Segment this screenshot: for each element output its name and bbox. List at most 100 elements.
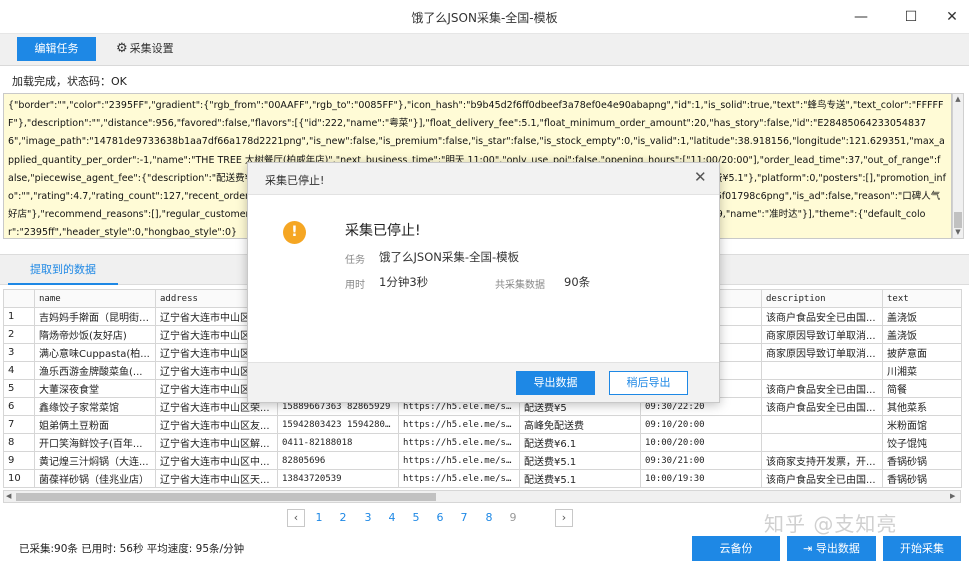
table-cell[interactable]: 0411-82188018 (277, 433, 399, 452)
table-cell[interactable]: 13843720539 (277, 469, 399, 488)
table-cell[interactable]: 8 (3, 433, 35, 452)
table-cell[interactable]: 满心意味Cuppasta(柏... (34, 343, 156, 362)
table-row[interactable]: 8 开口笑海鲜饺子(百年... 辽宁省大连市中山区解... 0411-82188018… (3, 433, 962, 452)
table-cell[interactable]: 09:30/21:00 (640, 451, 762, 470)
close-button[interactable]: ✕ (939, 7, 965, 27)
table-cell[interactable]: 开口笑海鲜饺子(百年... (34, 433, 156, 452)
page-prev-button[interactable]: ‹ (287, 509, 305, 527)
scroll-left-icon[interactable]: ◀ (6, 491, 11, 502)
table-cell[interactable]: 9 (3, 451, 35, 470)
table-cell[interactable] (761, 415, 883, 434)
start-collect-button[interactable]: 开始采集 (883, 536, 961, 561)
page-number[interactable]: 9 (506, 511, 520, 524)
table-cell[interactable]: 盖浇饭 (882, 325, 962, 344)
table-cell[interactable]: 10:00/19:30 (640, 469, 762, 488)
maximize-button[interactable]: ☐ (898, 7, 924, 27)
scroll-down-icon[interactable]: ▼ (953, 228, 963, 236)
table-cell[interactable]: 10 (3, 469, 35, 488)
table-row[interactable]: 9 黄记煌三汁焖锅（大连... 辽宁省大连市中山区中... 82805696 https… (3, 451, 962, 470)
table-cell[interactable]: https://h5.ele.me/sh... (398, 451, 520, 470)
table-cell[interactable]: 渔乐西游金牌酸菜鱼(... (34, 361, 156, 380)
dialog-close-icon[interactable]: ✕ (694, 168, 707, 186)
table-cell[interactable]: 其他菜系 (882, 397, 962, 416)
tab-collect-settings[interactable]: ⚙ 采集设置 (116, 37, 174, 61)
column-header[interactable]: name (34, 289, 156, 308)
table-cell[interactable]: 7 (3, 415, 35, 434)
table-cell[interactable]: 09:10/20:00 (640, 415, 762, 434)
dialog-export-later-button[interactable]: 稍后导出 (609, 371, 688, 395)
table-cell[interactable]: 盖浇饭 (882, 307, 962, 326)
dialog-export-button[interactable]: 导出数据 (516, 371, 595, 395)
table-row[interactable]: 7 姐弟俩土豆粉面 辽宁省大连市中山区友... 15942803423 1594280… (3, 415, 962, 434)
table-cell[interactable]: 香锅砂锅 (882, 469, 962, 488)
page-number[interactable]: 4 (385, 511, 399, 524)
table-cell[interactable]: 披萨意面 (882, 343, 962, 362)
scroll-right-icon[interactable]: ▶ (950, 491, 955, 502)
table-cell[interactable]: 6 (3, 397, 35, 416)
table-cell[interactable]: 10:00/20:00 (640, 433, 762, 452)
table-cell[interactable]: 辽宁省大连市中山区友... (155, 415, 278, 434)
minimize-button[interactable]: — (848, 7, 874, 27)
table-cell[interactable]: 辽宁省大连市中山区解... (155, 433, 278, 452)
table-cell[interactable]: 隋炀帝炒饭(友好店) (34, 325, 156, 344)
table-cell[interactable]: 商家原因导致订单取消... (761, 343, 883, 362)
table-cell[interactable]: 1 (3, 307, 35, 326)
table-cell[interactable]: 川湘菜 (882, 361, 962, 380)
json-scroll-thumb[interactable] (954, 212, 962, 228)
column-header[interactable]: description (761, 289, 883, 308)
page-next-button[interactable]: › (555, 509, 573, 527)
tab-extracted-data[interactable]: 提取到的数据 (8, 255, 118, 285)
table-cell[interactable]: 该商家支持开发票，开... (761, 451, 883, 470)
page-number[interactable]: 7 (457, 511, 471, 524)
table-cell[interactable]: 黄记煌三汁焖锅（大连... (34, 451, 156, 470)
table-horizontal-scrollbar[interactable]: ◀ ▶ (3, 490, 961, 503)
table-cell[interactable]: 鑫缘饺子家常菜馆 (34, 397, 156, 416)
scroll-up-icon[interactable]: ▲ (953, 95, 963, 103)
table-cell[interactable]: 82805696 (277, 451, 399, 470)
table-cell[interactable] (761, 433, 883, 452)
table-cell[interactable]: 米粉面馆 (882, 415, 962, 434)
table-cell[interactable]: 配送费¥6.1 (519, 433, 641, 452)
table-cell[interactable]: 配送费¥5.1 (519, 469, 641, 488)
table-cell[interactable]: https://h5.ele.me/sh... (398, 415, 520, 434)
tab-edit-task[interactable]: 编辑任务 (17, 37, 96, 61)
table-cell[interactable]: 高峰免配送费 (519, 415, 641, 434)
page-number[interactable]: 3 (361, 511, 375, 524)
json-vertical-scrollbar[interactable]: ▲ ▼ (952, 93, 964, 239)
table-cell[interactable]: 2 (3, 325, 35, 344)
table-cell[interactable]: 该商户食品安全已由国... (761, 307, 883, 326)
page-number[interactable]: 2 (336, 511, 350, 524)
page-number[interactable]: 1 (312, 511, 326, 524)
table-cell[interactable]: 辽宁省大连市中山区中... (155, 451, 278, 470)
table-cell[interactable]: 简餐 (882, 379, 962, 398)
cloud-backup-button[interactable]: 云备份 (692, 536, 780, 561)
table-cell[interactable]: 4 (3, 361, 35, 380)
table-cell[interactable]: https://h5.ele.me/sh... (398, 433, 520, 452)
table-cell[interactable]: 该商户食品安全已由国... (761, 469, 883, 488)
table-cell[interactable]: 商家原因导致订单取消... (761, 325, 883, 344)
table-cell[interactable]: 大董深夜食堂 (34, 379, 156, 398)
table-cell[interactable]: 辽宁省大连市中山区天... (155, 469, 278, 488)
table-cell[interactable]: 3 (3, 343, 35, 362)
table-cell[interactable] (761, 361, 883, 380)
page-number[interactable]: 6 (433, 511, 447, 524)
table-cell[interactable]: 配送费¥5.1 (519, 451, 641, 470)
page-number[interactable]: 8 (482, 511, 496, 524)
column-header[interactable]: text (882, 289, 962, 308)
column-header[interactable] (3, 289, 35, 308)
table-scroll-thumb[interactable] (16, 493, 436, 501)
table-cell[interactable]: 5 (3, 379, 35, 398)
table-row[interactable]: 10 菌葆祥砂锅（佳兆业店） 辽宁省大连市中山区天... 13843720539 htt… (3, 469, 962, 488)
table-cell[interactable]: 饺子馄饨 (882, 433, 962, 452)
table-cell[interactable]: 姐弟俩土豆粉面 (34, 415, 156, 434)
table-cell[interactable]: 菌葆祥砂锅（佳兆业店） (34, 469, 156, 488)
table-cell[interactable]: 该商户食品安全已由国... (761, 397, 883, 416)
table-cell[interactable]: 该商户食品安全已由国... (761, 379, 883, 398)
total-label: 共采集数据 (495, 280, 545, 291)
table-cell[interactable]: 15942803423 15942803423 (277, 415, 399, 434)
page-number[interactable]: 5 (409, 511, 423, 524)
table-cell[interactable]: https://h5.ele.me/sh... (398, 469, 520, 488)
table-cell[interactable]: 香锅砂锅 (882, 451, 962, 470)
table-cell[interactable]: 吉妈妈手擀面（昆明街店） (34, 307, 156, 326)
export-data-button[interactable]: ⇥ 导出数据 (787, 536, 876, 561)
